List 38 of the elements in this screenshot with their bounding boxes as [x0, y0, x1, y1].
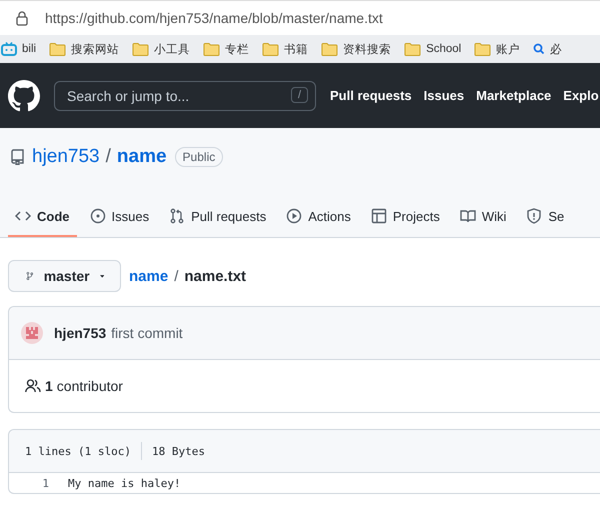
file-size: 18 Bytes: [152, 444, 205, 458]
file-line-count: 1 lines (1 sloc): [25, 444, 131, 458]
header-nav-link[interactable]: Marketplace: [476, 88, 552, 103]
repo-tab[interactable]: Se: [519, 200, 572, 237]
commit-author-link[interactable]: hjen753: [54, 325, 106, 341]
repo-tab[interactable]: Wiki: [452, 200, 514, 237]
branch-select-button[interactable]: master: [8, 260, 121, 292]
code-line-text: My name is haley!: [68, 476, 181, 490]
address-bar-url[interactable]: https://github.com/hjen753/name/blob/master/name.txt: [45, 10, 383, 26]
path-separator: /: [174, 268, 178, 284]
contributor-label[interactable]: contributor: [56, 378, 123, 394]
header-nav-link[interactable]: Explo: [563, 88, 599, 103]
keyboard-shortcut-hint: /: [290, 86, 308, 102]
repo-owner-link[interactable]: hjen753: [32, 146, 100, 168]
visibility-label: Public: [174, 147, 224, 167]
repo-tab[interactable]: Pull requests: [162, 200, 274, 237]
bookmark-item[interactable]: 资料搜索: [321, 42, 392, 56]
commit-message[interactable]: first commit: [111, 325, 183, 341]
bookmark-item[interactable]: 搜索网站: [49, 42, 120, 56]
path-separator: /: [106, 146, 111, 168]
breadcrumb-repo-link[interactable]: name: [129, 268, 168, 284]
line-number: 1: [41, 476, 49, 490]
header-nav-link[interactable]: Issues: [424, 88, 464, 103]
repo-tab[interactable]: Actions: [279, 200, 358, 237]
breadcrumb-file-name: name.txt: [184, 268, 246, 284]
bookmark-item[interactable]: bili: [1, 42, 36, 56]
bookmark-item[interactable]: 小工具: [132, 42, 190, 56]
bookmark-item[interactable]: 专栏: [203, 42, 250, 56]
header-nav-link[interactable]: Pull requests: [330, 88, 412, 103]
bookmark-item[interactable]: 书籍: [262, 42, 308, 56]
repo-tab[interactable]: Issues: [82, 200, 156, 237]
bookmark-item[interactable]: 账户: [474, 42, 520, 56]
repo-tab[interactable]: Code: [8, 200, 76, 237]
bookmark-item[interactable]: School: [404, 42, 462, 56]
bookmark-item[interactable]: 必: [533, 42, 562, 56]
repo-name-link[interactable]: name: [116, 146, 167, 168]
repo-tab[interactable]: Projects: [364, 200, 447, 237]
contributor-count[interactable]: 1: [45, 378, 53, 394]
